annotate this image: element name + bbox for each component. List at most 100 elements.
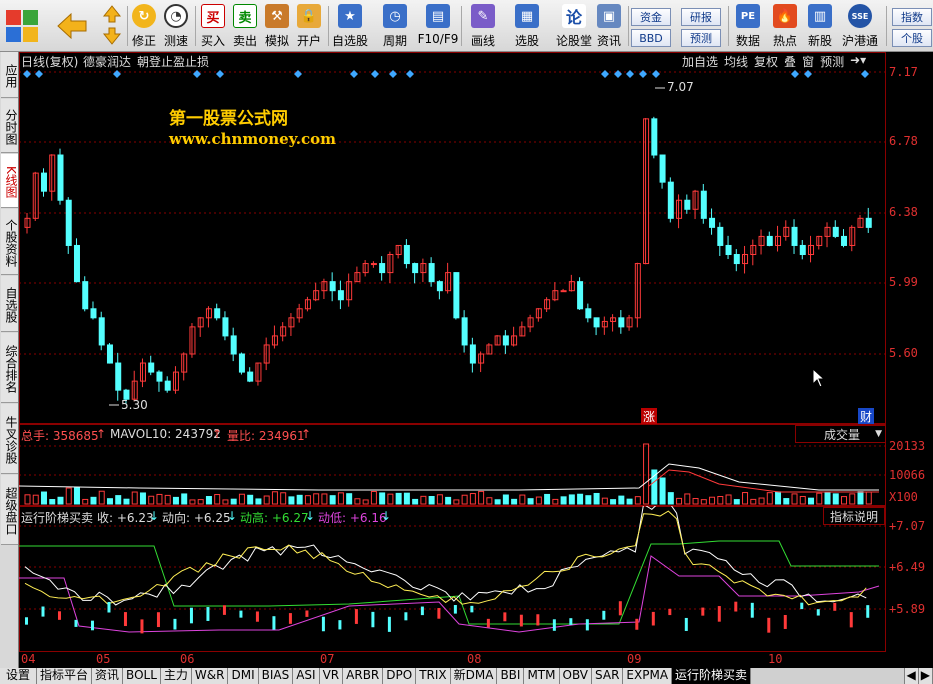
bottom-tab-step-trading[interactable]: 运行阶梯买卖 <box>672 668 752 684</box>
new-stock-label: 新股 <box>807 34 832 48</box>
volume-bar <box>725 494 732 505</box>
total-volume-label: 总手: 358685 <box>21 429 99 443</box>
indicator-pane[interactable]: 运行阶梯买卖 收: +6.23 ↓ 动向: +6.25 ↓ 动高: +6.27 … <box>19 500 933 652</box>
x-tick-month: 09 <box>627 652 642 666</box>
tab-app[interactable]: 应用 <box>1 52 18 98</box>
funds-button[interactable]: 资金 <box>631 8 671 26</box>
data-button[interactable]: PE 数据 <box>735 4 761 50</box>
buy-button[interactable]: 买 买入 <box>200 4 226 50</box>
bottom-tab-asi[interactable]: ASI <box>293 668 320 684</box>
hot-button[interactable]: 🔥 热点 <box>772 4 798 50</box>
windows-logo-button[interactable] <box>6 4 38 50</box>
predict-button[interactable]: 预测 <box>817 52 847 71</box>
tab-diagnosis[interactable]: 牛叉诊股 <box>1 404 18 474</box>
candle-body <box>412 263 419 274</box>
news-button[interactable]: ▣ 资讯 <box>596 4 622 50</box>
volume-bar <box>238 493 245 505</box>
back-button[interactable] <box>56 4 88 50</box>
bottom-tab-boll[interactable]: BOLL <box>123 668 161 684</box>
forum-button[interactable]: 论 论股堂 <box>556 4 592 50</box>
bottom-tab-obv[interactable]: OBV <box>559 668 593 684</box>
bottom-tab-mtm[interactable]: MTM <box>524 668 560 684</box>
open-account-button[interactable]: 🔒 开户 <box>296 4 322 50</box>
volume-pane[interactable]: 总手: 358685 ↑ MAVOL10: 243792 ↑ 量比: 23496… <box>18 424 933 506</box>
speedtest-button[interactable]: ◔ 测速 <box>163 4 189 50</box>
f10-button[interactable]: ▤ F10/F9 <box>418 4 458 50</box>
volume-bar <box>24 494 31 505</box>
tab-ranking[interactable]: 综合排名 <box>1 333 18 403</box>
forecast-button[interactable]: 预测 <box>681 29 721 47</box>
adjust-button[interactable]: 复权 <box>751 52 781 71</box>
tab-level2[interactable]: 超级盘口 <box>1 475 18 545</box>
vol-y-tick: 20133 <box>889 439 926 453</box>
bottom-tab-dmi[interactable]: DMI <box>228 668 259 684</box>
bottom-tab-trix[interactable]: TRIX <box>416 668 451 684</box>
signal-bar <box>354 609 358 624</box>
event-marker <box>113 70 121 78</box>
select-stock-icon: ▦ <box>515 4 539 28</box>
tab-stock-profile[interactable]: 个股资料 <box>1 209 18 275</box>
add-watchlist-button[interactable]: 加自选 <box>679 52 721 71</box>
up-down-button[interactable] <box>102 4 122 50</box>
indicator-help-button[interactable]: 指标说明 <box>823 507 885 525</box>
tab-watchlist[interactable]: 自选股 <box>1 276 18 332</box>
signal-bar <box>420 606 424 616</box>
bottom-tab-vr[interactable]: VR <box>319 668 344 684</box>
bottom-tab-sar[interactable]: SAR <box>592 668 624 684</box>
volume-bar <box>643 443 650 505</box>
bottom-tab-wr[interactable]: W&R <box>191 668 229 684</box>
kline-pane[interactable]: 日线(复权) 德豪润达 朝登止盈止损 加自选 均线 复权 叠 窗 预测 ➜▾ 第… <box>19 52 933 425</box>
fix-icon: ↻ <box>132 4 156 28</box>
simulate-button[interactable]: ⚒ 模拟 <box>264 4 290 50</box>
toolbar-separator <box>628 6 629 46</box>
index-button[interactable]: 指数 <box>892 8 932 26</box>
overlay-button[interactable]: 叠 <box>781 52 799 71</box>
fix-button[interactable]: ↻ 修正 <box>131 4 157 50</box>
tab-intraday[interactable]: 分时图 <box>1 99 18 153</box>
bbd-button[interactable]: BBD <box>631 29 671 47</box>
scroll-left-icon[interactable]: ◀ <box>903 668 919 684</box>
volume-bar <box>816 492 823 505</box>
bottom-tab-bbi[interactable]: BBI <box>497 668 525 684</box>
period-button[interactable]: ◷ 周期 <box>380 4 410 50</box>
draw-line-button[interactable]: ✎ 画线 <box>468 4 498 50</box>
bottom-tab-main-force[interactable]: 主力 <box>160 668 192 684</box>
kline-chart[interactable] <box>19 52 933 424</box>
down-arrow-icon: ↓ <box>149 509 160 523</box>
hk-connect-button[interactable]: SSE 沪港通 <box>842 4 878 50</box>
bottom-tab-expma[interactable]: EXPMA <box>623 668 673 684</box>
up-arrow-icon: ↑ <box>301 427 312 441</box>
indicator-chart[interactable] <box>19 500 933 652</box>
bottom-tab-arbr[interactable]: ARBR <box>343 668 384 684</box>
finance-marker[interactable]: 财 <box>858 408 875 425</box>
bottom-tab-dpo[interactable]: DPO <box>383 668 417 684</box>
volume-bar <box>667 492 674 505</box>
expand-arrow-icon[interactable]: ➜▾ <box>847 52 869 71</box>
sell-button[interactable]: 卖 卖出 <box>232 4 258 50</box>
signal-bar <box>470 605 474 613</box>
ma-button[interactable]: 均线 <box>721 52 751 71</box>
research-button[interactable]: 研报 <box>681 8 721 26</box>
signal-bar <box>816 609 820 616</box>
volume-bar <box>593 492 600 505</box>
volume-bar <box>585 495 592 505</box>
bottom-tab-settings[interactable]: 设置 <box>0 668 38 684</box>
select-stock-button[interactable]: ▦ 选股 <box>512 4 542 50</box>
signal-bar <box>107 601 111 613</box>
volume-bar <box>412 498 419 505</box>
bottom-tab-news[interactable]: 资讯 <box>92 668 124 684</box>
y-tick: 5.60 <box>889 346 918 360</box>
limit-up-marker[interactable]: 涨 <box>641 408 658 425</box>
bottom-tab-new-dma[interactable]: 新DMA <box>450 668 498 684</box>
scroll-right-icon[interactable]: ▶ <box>918 668 933 684</box>
bottom-tab-bias[interactable]: BIAS <box>258 668 294 684</box>
window-button[interactable]: 窗 <box>799 52 817 71</box>
volume-indicator-dropdown[interactable]: 成交量 ▼ <box>795 425 886 443</box>
volume-bar <box>271 491 278 505</box>
tab-kline[interactable]: K线图 <box>1 154 18 208</box>
bottom-tab-indicator-platform[interactable]: 指标平台 <box>37 668 93 684</box>
simulate-label: 模拟 <box>264 34 289 48</box>
watchlist-button[interactable]: ★ 自选股 <box>332 4 368 50</box>
new-stock-button[interactable]: ▥ 新股 <box>807 4 833 50</box>
single-stock-button[interactable]: 个股 <box>892 29 932 47</box>
